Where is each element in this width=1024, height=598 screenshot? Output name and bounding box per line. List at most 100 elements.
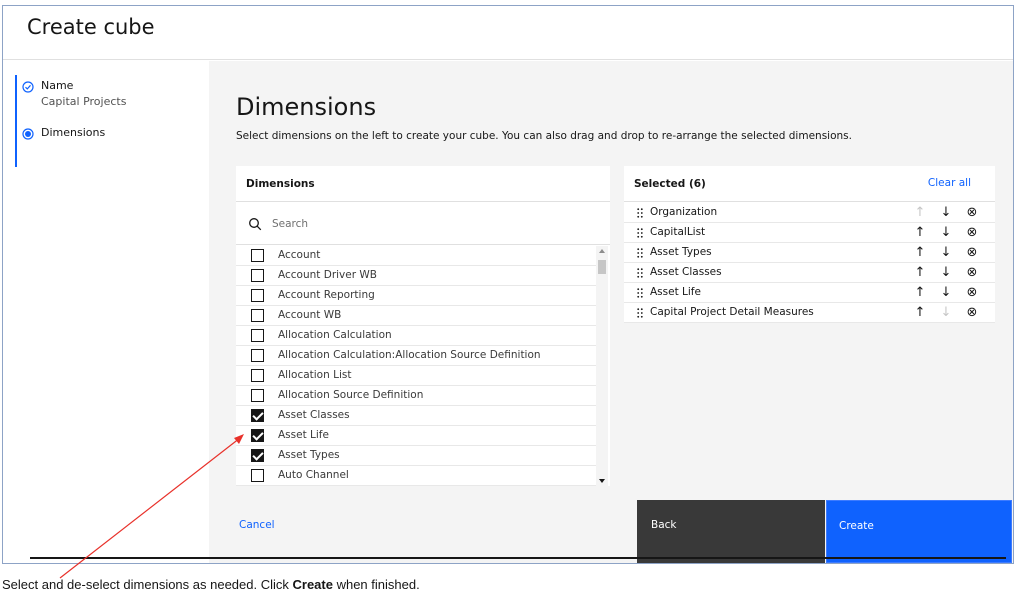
selected-panel-header: Selected (6) Clear all <box>624 166 995 202</box>
list-item[interactable]: Allocation Calculation:Allocation Source… <box>236 346 596 366</box>
step-dimensions-label: Dimensions <box>41 126 106 139</box>
arrow-up-icon[interactable]: ↑ <box>912 285 928 301</box>
selected-item[interactable]: Asset Life ↑ ↓ ⊗ <box>624 283 995 303</box>
caption-bold-create: Create <box>292 577 333 592</box>
arrow-up-icon: ↑ <box>914 205 926 220</box>
arrow-down-icon[interactable]: ↓ <box>938 225 954 241</box>
arrow-up-icon[interactable]: ↑ <box>912 225 928 241</box>
step-name-label: Name <box>41 79 74 92</box>
drag-handle-icon[interactable] <box>637 228 643 238</box>
selected-item[interactable]: CapitalList ↑ ↓ ⊗ <box>624 223 995 243</box>
checkbox[interactable] <box>251 289 264 302</box>
step-name-value: Capital Projects <box>41 95 127 108</box>
list-item[interactable]: Account Driver WB <box>236 266 596 286</box>
selected-item[interactable]: Asset Classes ↑ ↓ ⊗ <box>624 263 995 283</box>
list-item[interactable]: Asset Life <box>236 426 596 446</box>
list-item-label: Allocation Calculation <box>278 329 392 341</box>
drag-handle-icon[interactable] <box>637 208 643 218</box>
remove-icon[interactable]: ⊗ <box>964 285 980 301</box>
list-item[interactable]: Allocation List <box>236 366 596 386</box>
clear-all-link[interactable]: Clear all <box>928 177 971 189</box>
progress-rail <box>15 75 17 167</box>
remove-icon[interactable]: ⊗ <box>964 245 980 261</box>
list-item-label: Allocation Source Definition <box>278 389 424 401</box>
list-item[interactable]: Auto Channel <box>236 466 596 486</box>
dimensions-list: Account Account Driver WB Account Report… <box>236 246 596 486</box>
remove-icon[interactable]: ⊗ <box>964 305 980 321</box>
cancel-button[interactable]: Cancel <box>239 519 275 531</box>
list-item-label: Allocation List <box>278 369 352 381</box>
list-item-label: Asset Classes <box>278 409 350 421</box>
search-box <box>236 203 610 245</box>
caption-text-before: Select and de-select dimensions as neede… <box>2 577 293 592</box>
selected-item-label: Asset Life <box>650 286 701 298</box>
drag-handle-icon[interactable] <box>637 248 643 258</box>
arrow-down-icon[interactable]: ↓ <box>938 205 954 221</box>
selected-item[interactable]: Asset Types ↑ ↓ ⊗ <box>624 243 995 263</box>
arrow-down-icon[interactable]: ↓ <box>938 285 954 301</box>
list-item[interactable]: Allocation Source Definition <box>236 386 596 406</box>
dialog-title: Create cube <box>27 15 155 39</box>
list-item-label: Auto Channel <box>278 469 349 481</box>
dimensions-panel: Dimensions Account Account Driver WB <box>236 166 610 486</box>
list-scrollbar[interactable] <box>596 246 608 486</box>
selected-panel: Selected (6) Clear all Organization ↑ ↓ … <box>624 166 995 323</box>
list-item[interactable]: Asset Types <box>236 446 596 466</box>
create-button[interactable]: Create <box>826 500 1012 563</box>
checkbox[interactable] <box>251 329 264 342</box>
selected-item[interactable]: Organization ↑ ↓ ⊗ <box>624 203 995 223</box>
scroll-up-icon[interactable] <box>599 249 605 253</box>
drag-handle-icon[interactable] <box>637 308 643 318</box>
arrow-up-icon[interactable]: ↑ <box>912 265 928 281</box>
checkbox-checked[interactable] <box>251 409 264 422</box>
checkbox-checked[interactable] <box>251 429 264 442</box>
divider <box>30 557 1006 559</box>
selected-item[interactable]: Capital Project Detail Measures ↑ ↓ ⊗ <box>624 303 995 323</box>
arrow-up-icon[interactable]: ↑ <box>912 245 928 261</box>
remove-icon[interactable]: ⊗ <box>964 205 980 221</box>
checkbox[interactable] <box>251 269 264 282</box>
scroll-thumb[interactable] <box>598 260 606 274</box>
checkbox-checked[interactable] <box>251 449 264 462</box>
arrow-down-icon[interactable]: ↓ <box>938 245 954 261</box>
dimensions-panel-title: Dimensions <box>246 178 315 190</box>
list-item[interactable]: Account <box>236 246 596 266</box>
checkbox[interactable] <box>251 469 264 482</box>
arrow-up-icon[interactable]: ↑ <box>912 305 928 321</box>
drag-handle-icon[interactable] <box>637 288 643 298</box>
list-item-label: Account <box>278 249 321 261</box>
remove-icon[interactable]: ⊗ <box>964 265 980 281</box>
list-item[interactable]: Allocation Calculation <box>236 326 596 346</box>
selected-item-label: Capital Project Detail Measures <box>650 306 814 318</box>
list-item-label: Allocation Calculation:Allocation Source… <box>278 349 541 361</box>
dimensions-panel-header: Dimensions <box>236 166 610 202</box>
checkbox[interactable] <box>251 389 264 402</box>
dialog-footer: Cancel Back Create <box>209 500 1013 563</box>
checkbox[interactable] <box>251 369 264 382</box>
main-content: Dimensions Select dimensions on the left… <box>209 61 1013 563</box>
caption-text-after: when finished. <box>332 577 420 592</box>
remove-icon[interactable]: ⊗ <box>964 225 980 241</box>
back-button[interactable]: Back <box>637 500 825 563</box>
checkbox[interactable] <box>251 309 264 322</box>
list-item-label: Asset Life <box>278 429 329 441</box>
list-item[interactable]: Asset Classes <box>236 406 596 426</box>
list-item-label: Account Reporting <box>278 289 375 301</box>
checkmark-circle-icon <box>22 81 34 93</box>
selected-item-label: Organization <box>650 206 718 218</box>
drag-handle-icon[interactable] <box>637 268 643 278</box>
checkbox[interactable] <box>251 249 264 262</box>
checkbox[interactable] <box>251 349 264 362</box>
selected-item-label: CapitalList <box>650 226 706 238</box>
arrow-down-icon: ↓ <box>940 305 952 320</box>
list-item-label: Account WB <box>278 309 342 321</box>
selected-item-label: Asset Types <box>650 246 712 258</box>
list-item-label: Account Driver WB <box>278 269 377 281</box>
list-item[interactable]: Account WB <box>236 306 596 326</box>
list-item-label: Asset Types <box>278 449 340 461</box>
list-item[interactable]: Account Reporting <box>236 286 596 306</box>
arrow-down-icon[interactable]: ↓ <box>938 265 954 281</box>
search-input[interactable] <box>272 213 592 235</box>
search-icon <box>249 218 262 231</box>
scroll-down-icon[interactable] <box>599 479 605 483</box>
